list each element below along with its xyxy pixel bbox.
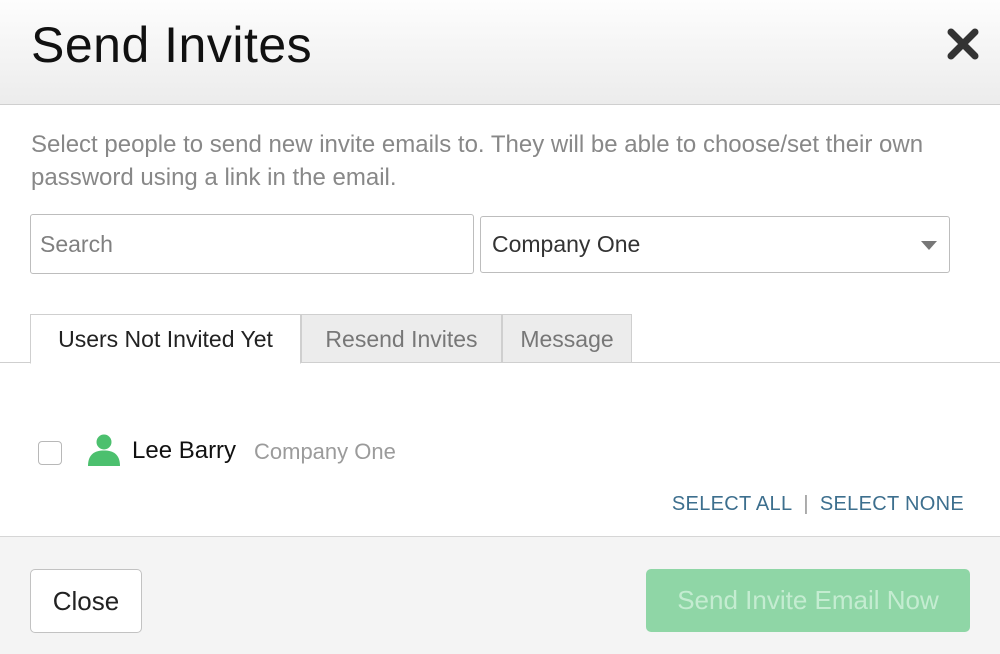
user-name: Lee Barry [132,437,237,464]
close-button[interactable]: Close [30,569,142,633]
user-company: Company One [254,439,396,464]
dialog-description: Select people to send new invite emails … [31,131,924,191]
tab-resend-invites[interactable]: Resend Invites [301,314,502,363]
company-select-value: Company One [492,231,641,257]
tab-message[interactable]: Message [502,314,632,363]
dialog-footer: Close Send Invite Email Now [0,536,1000,654]
dialog-title: Send Invites [31,17,313,73]
select-none-link[interactable]: SELECT NONE [820,493,964,515]
send-invite-button[interactable]: Send Invite Email Now [646,569,970,632]
selection-separator: | [803,493,809,515]
user-icon [87,432,121,466]
search-input[interactable] [30,214,474,274]
user-checkbox[interactable] [38,441,62,465]
user-list-item: Lee Barry Company One [0,428,1000,476]
selection-links: SELECT ALL | SELECT NONE [672,493,964,516]
tab-users-not-invited[interactable]: Users Not Invited Yet [30,314,301,364]
select-all-link[interactable]: SELECT ALL [672,493,792,515]
chevron-down-icon [921,241,937,250]
company-select[interactable]: Company One [480,216,950,273]
dialog-header: Send Invites [0,0,1000,105]
close-icon[interactable] [946,27,980,61]
